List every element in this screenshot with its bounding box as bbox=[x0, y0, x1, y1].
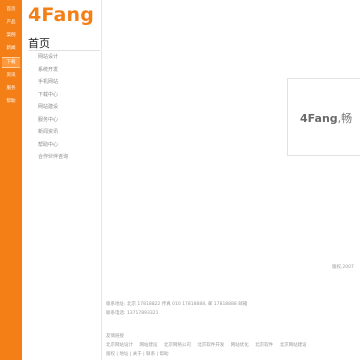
subnav-item[interactable]: 手机网站 bbox=[38, 76, 68, 89]
footer-link[interactable]: 北京网站建设 bbox=[280, 343, 307, 348]
panel-headline: 4Fang,畅 bbox=[300, 110, 352, 126]
subnav-item[interactable]: 新闻资讯 bbox=[38, 126, 68, 139]
rail-item-products[interactable]: 产品 bbox=[2, 17, 20, 28]
subnav-item[interactable]: 下载中心 bbox=[38, 89, 68, 102]
corner-note: 版权,2007 bbox=[332, 265, 354, 270]
footer-link[interactable]: 北京网络公司 bbox=[164, 343, 191, 348]
subnav-item[interactable]: 网站建设 bbox=[38, 101, 68, 114]
footer-links: 北京网站设计 网站建设 北京网络公司 北京软件开发 网站优化 北京软件 北京网站… bbox=[106, 341, 360, 350]
left-nav-rail: 首页 产品 案例 新闻 下载 资讯 服务 帮助 bbox=[0, 0, 22, 360]
subnav-item[interactable]: 合作伙伴咨询 bbox=[38, 151, 68, 164]
panel-brand: 4Fang bbox=[300, 112, 338, 125]
section-title: 首页 bbox=[28, 37, 50, 50]
footer: 联系地址: 北京 17818822 传真 010 17818888, 邮 178… bbox=[106, 300, 360, 359]
panel-suffix: ,畅 bbox=[337, 112, 353, 125]
footer-link[interactable]: 网站优化 bbox=[231, 343, 249, 348]
rail-item-cases[interactable]: 案例 bbox=[2, 30, 20, 41]
rail-item-info[interactable]: 资讯 bbox=[2, 70, 20, 81]
footer-link[interactable]: 网站建设 bbox=[139, 343, 157, 348]
rail-item-downloads[interactable]: 下载 bbox=[2, 57, 20, 68]
footer-link[interactable]: 北京软件 bbox=[255, 343, 273, 348]
footer-bottom: 版权 | 地址 | 关于 | 联系 | 帮助 bbox=[106, 352, 169, 357]
footer-contact: 联系电话: 13717893321 bbox=[106, 311, 159, 316]
site-logo[interactable]: 4Fang bbox=[28, 4, 94, 26]
subnav-item[interactable]: 系统开发 bbox=[38, 64, 68, 77]
rail-item-news[interactable]: 新闻 bbox=[2, 43, 20, 54]
footer-address: 联系地址: 北京 17818822 传真 010 17818888, 邮 178… bbox=[106, 302, 248, 307]
rail-item-home[interactable]: 首页 bbox=[2, 4, 20, 15]
rail-item-help[interactable]: 帮助 bbox=[2, 96, 20, 107]
rail-item-service[interactable]: 服务 bbox=[2, 83, 20, 94]
footer-link[interactable]: 北京网站设计 bbox=[106, 343, 133, 348]
footer-link[interactable]: 北京软件开发 bbox=[197, 343, 224, 348]
subnav-item[interactable]: 帮助中心 bbox=[38, 139, 68, 152]
subnav-item[interactable]: 服务中心 bbox=[38, 114, 68, 127]
sub-navigation: 网站设计 系统开发 手机网站 下载中心 网站建设 服务中心 新闻资讯 帮助中心 … bbox=[38, 51, 68, 164]
footer-links-title: 友情链接 bbox=[106, 334, 124, 339]
subnav-item[interactable]: 网站设计 bbox=[38, 51, 68, 64]
